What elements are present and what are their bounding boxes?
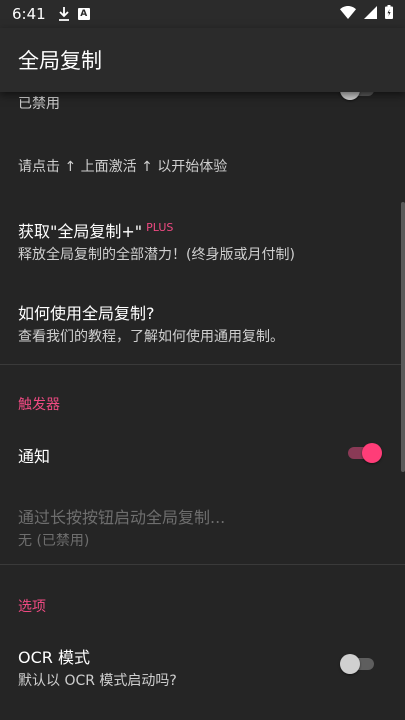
ocr-mode-title: OCR 模式 [18, 648, 90, 667]
section-divider [0, 564, 405, 565]
notification-switch[interactable] [348, 443, 382, 463]
activation-hint-text: 请点击 ↑ 上面激活 ↑ 以开始体验 [18, 159, 228, 175]
triggers-section-header: 触发器 [0, 392, 405, 414]
scrollbar[interactable] [401, 202, 405, 472]
switch-thumb [362, 443, 382, 463]
triggers-header: 触发器 [18, 397, 60, 413]
how-to-title: 如何使用全局复制? [18, 304, 155, 323]
get-plus-item[interactable]: 获取"全局复制+" PLUS 释放全局复制的全部潜力！(终身版或月付制) [0, 210, 405, 270]
get-plus-title: 获取"全局复制+" [18, 222, 143, 241]
download-icon [58, 7, 70, 21]
switch-thumb [340, 654, 360, 674]
notification-label: 通知 [18, 447, 51, 466]
options-header: 选项 [18, 599, 46, 615]
ocr-mode-switch[interactable] [340, 654, 374, 674]
how-to-subtitle: 查看我们的教程，了解如何使用通用复制。 [18, 329, 284, 345]
section-divider [0, 364, 405, 365]
a-badge-icon: A [77, 8, 90, 20]
status-time: 6:41 [12, 5, 46, 23]
long-press-subtitle: 无 (已禁用) [18, 533, 90, 549]
get-plus-subtitle: 释放全局复制的全部潜力！(终身版或月付制) [18, 247, 295, 263]
master-toggle-switch[interactable] [340, 92, 374, 100]
activation-hint: 请点击 ↑ 上面激活 ↑ 以开始体验 [0, 154, 405, 178]
ocr-mode-row[interactable]: OCR 模式 默认以 OCR 模式启动吗? [0, 638, 405, 694]
options-section-header: 选项 [0, 594, 405, 616]
settings-list[interactable]: 已禁用 请点击 ↑ 上面激活 ↑ 以开始体验 获取"全局复制+" PLUS 释放全… [0, 92, 405, 720]
plus-badge: PLUS [146, 220, 174, 234]
master-toggle-label: 已禁用 [18, 96, 60, 112]
ocr-mode-subtitle: 默认以 OCR 模式启动吗? [18, 673, 177, 689]
switch-thumb [340, 92, 360, 100]
status-bar: 6:41 A [0, 0, 405, 28]
page-title: 全局复制 [18, 49, 102, 73]
app-bar: 全局复制 [0, 28, 405, 92]
wifi-icon [340, 5, 356, 23]
how-to-item[interactable]: 如何使用全局复制? 查看我们的教程，了解如何使用通用复制。 [0, 290, 405, 350]
long-press-item: 通过长按按钮启动全局复制... 无 (已禁用) [0, 498, 405, 554]
notification-toggle-row[interactable]: 通知 [0, 432, 405, 476]
signal-icon [364, 5, 377, 23]
long-press-title: 通过长按按钮启动全局复制... [18, 508, 226, 527]
master-toggle-row[interactable]: 已禁用 [0, 92, 405, 122]
battery-icon [385, 5, 393, 23]
